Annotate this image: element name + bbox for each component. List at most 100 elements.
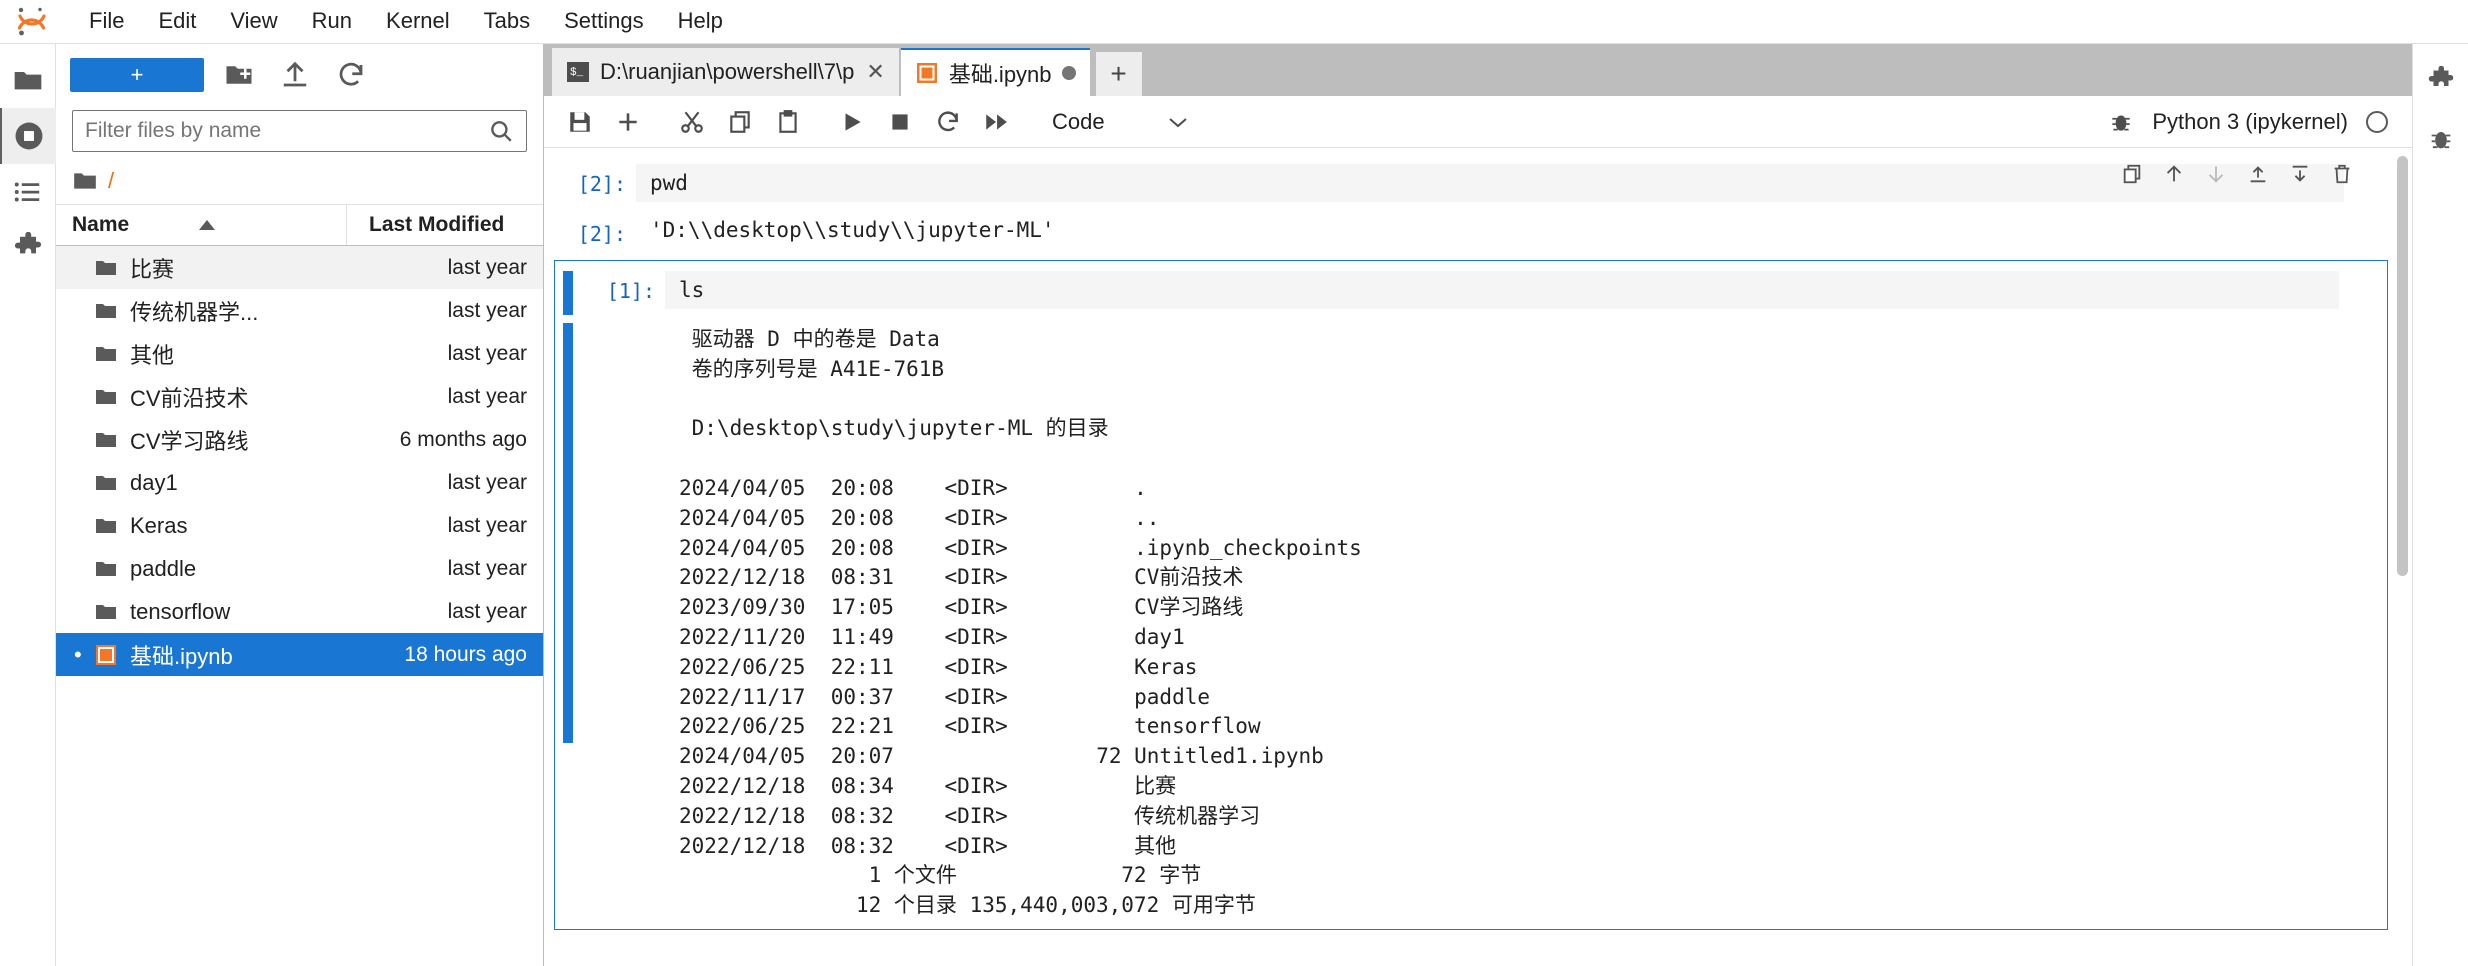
jupyter-logo-icon [10, 5, 54, 39]
new-tab-button[interactable]: + [1095, 52, 1142, 96]
fast-forward-icon[interactable] [974, 101, 1018, 143]
list-item[interactable]: CV学习路线 6 months ago [56, 418, 543, 461]
folder-icon [94, 428, 118, 452]
list-item-modified: 6 months ago [399, 427, 527, 451]
menu-bar: File Edit View Run Kernel Tabs Settings … [0, 0, 2468, 44]
folder-icon [74, 173, 96, 189]
list-item-modified: last year [447, 470, 527, 494]
extension-manager-icon[interactable] [0, 220, 56, 276]
insert-cell-above-icon[interactable] [2242, 158, 2274, 190]
folder-icon [94, 471, 118, 495]
scissors-icon[interactable] [670, 101, 714, 143]
list-item[interactable]: 比赛 last year [56, 246, 543, 289]
menu-run[interactable]: Run [295, 4, 369, 39]
list-item-modified: 18 hours ago [404, 642, 527, 666]
tab-notebook[interactable]: 基础.ipynb [900, 48, 1090, 96]
notebook-cell-input[interactable]: [2]: pwd [544, 158, 2392, 208]
notebook-icon [915, 61, 939, 85]
play-icon[interactable] [830, 101, 874, 143]
list-item[interactable]: CV前沿技术 last year [56, 375, 543, 418]
notebook-scrollbar[interactable] [2392, 148, 2412, 966]
list-item-modified: last year [447, 384, 527, 408]
list-item[interactable]: day1 last year [56, 461, 543, 504]
list-item-selected[interactable]: • 基础.ipynb 18 hours ago [56, 633, 543, 676]
menu-file[interactable]: File [72, 4, 141, 39]
file-browser-panel: + Filter files by name / Name Last Modif… [56, 44, 544, 966]
cell-source[interactable]: ls [665, 270, 2339, 309]
restart-icon[interactable] [926, 101, 970, 143]
move-cell-down-icon[interactable] [2200, 158, 2232, 190]
list-item-label: 其他 [130, 342, 175, 368]
notebook-icon [94, 643, 118, 667]
new-folder-icon[interactable] [218, 56, 260, 94]
folder-icon [94, 256, 118, 280]
list-item[interactable]: paddle last year [56, 547, 543, 590]
cell-type-dropdown[interactable]: Code [1052, 109, 1189, 135]
debugger-icon[interactable] [2108, 109, 2134, 135]
terminal-icon: $_ [566, 60, 590, 84]
table-of-contents-icon[interactable] [0, 164, 56, 220]
column-header-last-modified[interactable]: Last Modified [347, 213, 543, 237]
notebook-body: [2]: pwd [2]: 'D:\\desktop\\study\\jupyt… [544, 148, 2412, 966]
list-item-label: 传统机器学... [130, 299, 259, 325]
notebook-cell-selected[interactable]: [1]: ls 驱动器 D 中的卷是 Data 卷的序列号是 A41E-761B… [554, 164, 2388, 931]
kernel-status-indicator[interactable] [2366, 110, 2388, 133]
breadcrumb-root[interactable]: / [108, 168, 114, 194]
filter-files-input[interactable] [85, 119, 488, 143]
refresh-icon[interactable] [330, 56, 372, 94]
list-item[interactable]: 其他 last year [56, 332, 543, 375]
menu-items: File Edit View Run Kernel Tabs Settings … [72, 4, 740, 39]
property-inspector-icon[interactable] [2413, 52, 2468, 110]
menu-kernel[interactable]: Kernel [369, 4, 467, 39]
close-icon[interactable]: ✕ [866, 59, 884, 85]
chevron-down-icon [1167, 115, 1189, 129]
column-header-name-label: Name [72, 213, 130, 236]
menu-settings[interactable]: Settings [547, 4, 661, 39]
debugger-icon[interactable] [2413, 110, 2468, 168]
running-terminals-icon[interactable] [0, 108, 56, 164]
menu-view[interactable]: View [213, 4, 294, 39]
unsaved-changes-indicator[interactable] [1061, 66, 1076, 80]
paste-icon[interactable] [766, 101, 810, 143]
copy-icon[interactable] [718, 101, 762, 143]
notebook-toolbar: Code Python 3 (ipykernel) [544, 96, 2412, 148]
folder-icon [94, 385, 118, 409]
notebook-scrollbar-thumb[interactable] [2397, 156, 2408, 576]
tab-terminal[interactable]: $_ D:\ruanjian\powershell\7\p ✕ [552, 48, 899, 96]
file-browser-icon[interactable] [0, 52, 56, 108]
new-launcher-button[interactable]: + [70, 58, 204, 92]
plus-icon[interactable] [606, 101, 650, 143]
save-icon[interactable] [558, 101, 602, 143]
move-cell-up-icon[interactable] [2158, 158, 2190, 190]
file-list-header: Name Last Modified [56, 204, 543, 246]
folder-icon [94, 557, 118, 581]
cell-type-value: Code [1052, 108, 1105, 134]
folder-icon [94, 600, 118, 624]
dirty-indicator: • [74, 641, 82, 667]
list-item-label: paddle [130, 555, 197, 581]
stop-icon[interactable] [878, 101, 922, 143]
tab-bar: $_ D:\ruanjian\powershell\7\p ✕ 基础.ipynb [544, 44, 2412, 96]
kernel-name[interactable]: Python 3 (ipykernel) [2152, 109, 2348, 135]
cell-prompt: [1]: [606, 278, 655, 303]
list-item[interactable]: Keras last year [56, 504, 543, 547]
breadcrumb[interactable]: / [56, 158, 543, 204]
cell-prompt: [2]: [577, 172, 626, 196]
insert-cell-below-icon[interactable] [2284, 158, 2316, 190]
column-header-name[interactable]: Name [56, 205, 347, 245]
output-prompt: [2]: [577, 222, 626, 246]
list-item-modified: last year [447, 255, 527, 279]
cell-source[interactable]: pwd [636, 164, 2344, 202]
folder-icon [94, 299, 118, 323]
duplicate-cell-icon[interactable] [2116, 158, 2148, 190]
menu-edit[interactable]: Edit [141, 4, 213, 39]
list-item[interactable]: tensorflow last year [56, 590, 543, 633]
main-region: + Filter files by name / Name Last Modif… [0, 44, 2468, 966]
menu-help[interactable]: Help [661, 4, 740, 39]
list-item[interactable]: 传统机器学... last year [56, 289, 543, 332]
filter-files-input-wrapper[interactable] [72, 110, 527, 152]
upload-icon[interactable] [274, 56, 316, 94]
delete-cell-icon[interactable] [2326, 158, 2358, 190]
menu-tabs[interactable]: Tabs [467, 4, 547, 39]
tab-title: D:\ruanjian\powershell\7\p [600, 59, 855, 84]
